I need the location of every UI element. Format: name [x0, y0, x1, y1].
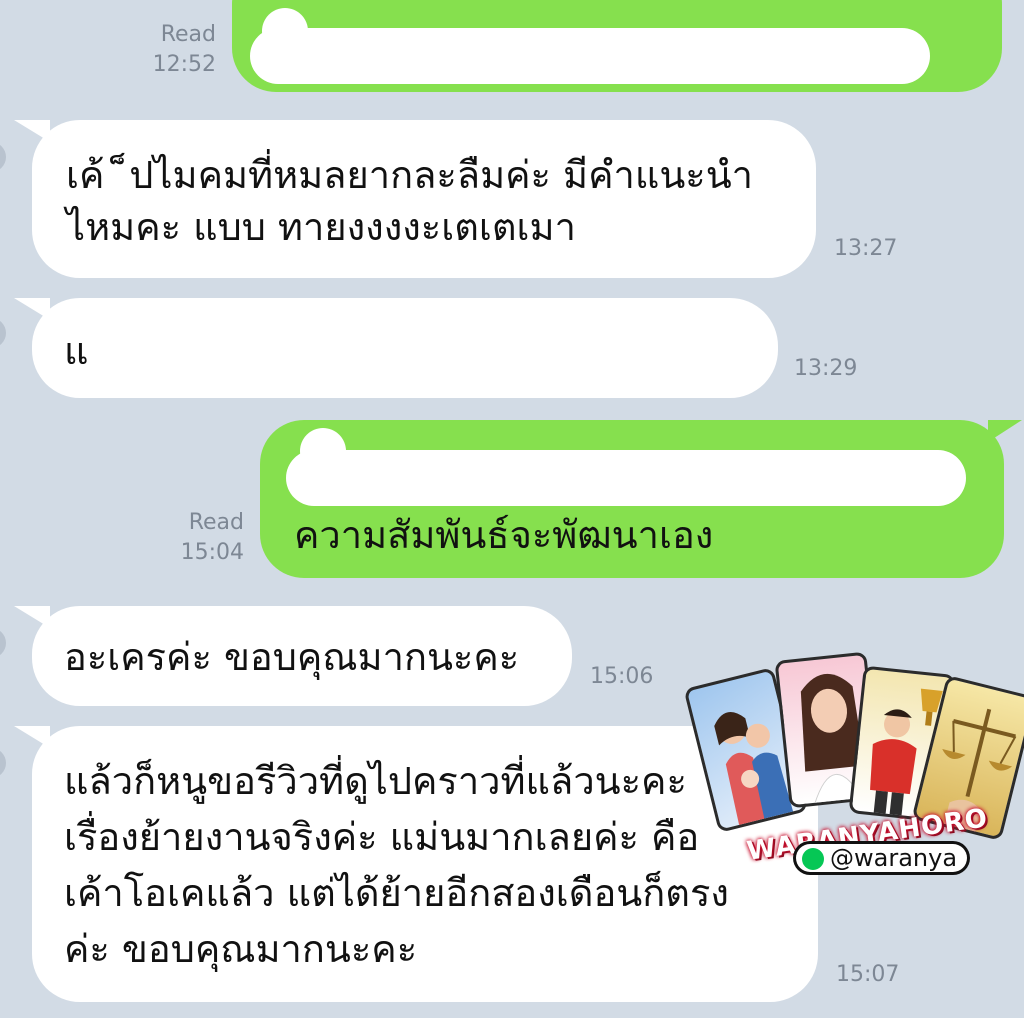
- message-line: เค้าโอเคแล้ว แต่ได้ย้ายอีกสองเดือนก็ตรง: [64, 871, 729, 915]
- incoming-message-bubble[interactable]: แ: [32, 298, 778, 398]
- avatar[interactable]: [0, 748, 6, 778]
- message-line: แ: [64, 329, 89, 373]
- avatar[interactable]: [0, 142, 6, 172]
- message-time: 15:07: [836, 962, 900, 987]
- line-icon: [802, 848, 824, 870]
- message-line: เค้ ็ปไมคมที่หมลยากละลืมค่ะ มีคำแนะนำ: [66, 153, 754, 197]
- message-time: 12:52: [152, 52, 216, 77]
- message-time: 13:29: [794, 356, 858, 381]
- message-line: อะเครค่ะ ขอบคุณมากนะคะ: [64, 635, 520, 679]
- redaction-mark: [286, 450, 966, 506]
- message-time: 15:04: [180, 540, 244, 565]
- message-time: 13:27: [834, 236, 898, 261]
- watermark-logo: WARANYAHORO @waranya: [683, 648, 1024, 888]
- avatar[interactable]: [0, 628, 6, 658]
- message-line: เรื่องย้ายงานจริงค่ะ แม่นมากเลยค่ะ คือ: [64, 815, 700, 859]
- read-receipt: Read 15:04: [168, 508, 244, 568]
- avatar[interactable]: [0, 318, 6, 348]
- message-line: ค่ะ ขอบคุณมากนะคะ: [64, 927, 418, 971]
- redaction-mark: [250, 28, 930, 84]
- watermark-handle: @waranya: [796, 844, 968, 872]
- read-label: Read: [188, 510, 244, 535]
- message-time: 15:06: [590, 664, 654, 689]
- message-line: ความสัมพันธ์จะพัฒนาเอง: [294, 513, 714, 557]
- incoming-message-bubble[interactable]: อะเครค่ะ ขอบคุณมากนะคะ: [32, 606, 572, 706]
- message-line: แล้วก็หนูขอรีวิวที่ดูไปคราวที่แล้วนะคะ: [64, 759, 687, 803]
- read-receipt: Read 12:52: [140, 20, 216, 80]
- incoming-message-bubble[interactable]: เค้ ็ปไมคมที่หมลยากละลืมค่ะ มีคำแนะนำ ไห…: [32, 120, 816, 278]
- message-line: ไหมคะ แบบ ทายงงงงะเตเตเมา: [66, 205, 576, 249]
- read-label: Read: [160, 22, 216, 47]
- bubble-tail: [988, 420, 1022, 442]
- watermark-handle-text: @waranya: [830, 844, 958, 872]
- redaction-mark: [262, 8, 308, 54]
- redaction-mark: [300, 428, 346, 474]
